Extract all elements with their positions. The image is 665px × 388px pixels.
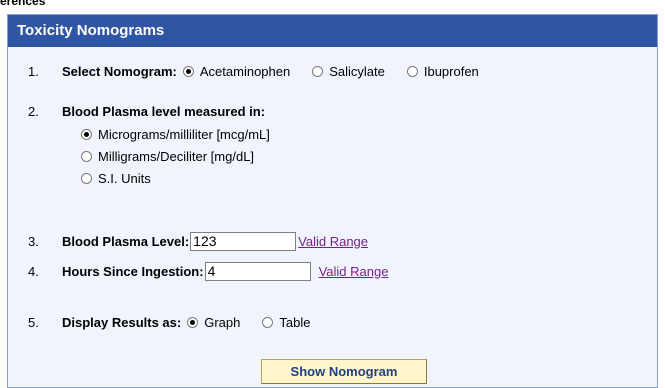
radio-mcg-ml[interactable]: Micrograms/milliliter [mcg/mL] (81, 124, 270, 144)
radio-ibuprofen-label: Ibuprofen (423, 63, 479, 79)
references-heading-fragment: erences (0, 0, 46, 8)
hours-valid-range-link[interactable]: Valid Range (319, 264, 389, 279)
radio-salicylate[interactable]: Salicylate (312, 64, 385, 79)
radio-acetaminophen-button[interactable] (182, 65, 194, 77)
radio-table[interactable]: Table (262, 315, 310, 330)
radio-mcg-ml-button[interactable] (81, 128, 92, 140)
radio-acetaminophen-label: Acetaminophen (199, 63, 291, 79)
step4-row: 4. Hours Since Ingestion: Valid Range (8, 261, 657, 281)
hours-since-ingestion-input[interactable] (204, 261, 311, 281)
step1-number: 1. (28, 63, 39, 79)
radio-mg-dl-label: Milligrams/Deciliter [mg/dL] (98, 148, 255, 164)
radio-graph-button[interactable] (187, 316, 199, 328)
hours-since-ingestion-label: Hours Since Ingestion: (62, 263, 204, 279)
radio-table-label: Table (279, 314, 311, 330)
plasma-level-label: Blood Plasma Level: (62, 233, 190, 249)
radio-salicylate-button[interactable] (312, 65, 324, 77)
plasma-level-input[interactable] (190, 231, 297, 251)
radio-acetaminophen[interactable]: Acetaminophen (182, 63, 291, 79)
radio-si-units[interactable]: S.I. Units (81, 168, 151, 188)
step4-number: 4. (28, 263, 39, 279)
radio-graph[interactable]: Graph (187, 315, 240, 330)
step2-row: 2. Blood Plasma level measured in: (8, 101, 657, 121)
step3-row: 3. Blood Plasma Level: Valid Range (8, 231, 657, 251)
step3-number: 3. (28, 233, 39, 249)
display-results-label: Display Results as: (62, 314, 182, 330)
plasma-level-valid-range-link[interactable]: Valid Range (298, 234, 368, 249)
show-nomogram-button[interactable]: Show Nomogram (261, 359, 427, 384)
step1-row: 1. Select Nomogram: Acetaminophen Salicy… (8, 61, 657, 81)
step5-number: 5. (28, 314, 39, 330)
radio-graph-label: Graph (204, 314, 241, 330)
step2-number: 2. (28, 103, 39, 119)
plasma-unit-label: Blood Plasma level measured in: (62, 103, 266, 119)
radio-mg-dl[interactable]: Milligrams/Deciliter [mg/dL] (81, 146, 254, 166)
radio-table-button[interactable] (262, 316, 274, 328)
radio-mcg-ml-label: Micrograms/milliliter [mcg/mL] (98, 126, 270, 142)
radio-si-units-button[interactable] (81, 172, 92, 184)
step5-row: 5. Display Results as: Graph Table (8, 312, 657, 332)
toxicity-nomograms-panel: Toxicity Nomograms 1. Select Nomogram: A… (7, 14, 658, 388)
radio-ibuprofen[interactable]: Ibuprofen (406, 63, 479, 79)
radio-mg-dl-button[interactable] (81, 150, 92, 162)
radio-si-units-label: S.I. Units (98, 170, 151, 186)
select-nomogram-label: Select Nomogram: (62, 63, 177, 79)
panel-title: Toxicity Nomograms (8, 15, 657, 47)
radio-ibuprofen-button[interactable] (406, 65, 418, 77)
radio-salicylate-label: Salicylate (329, 63, 385, 79)
